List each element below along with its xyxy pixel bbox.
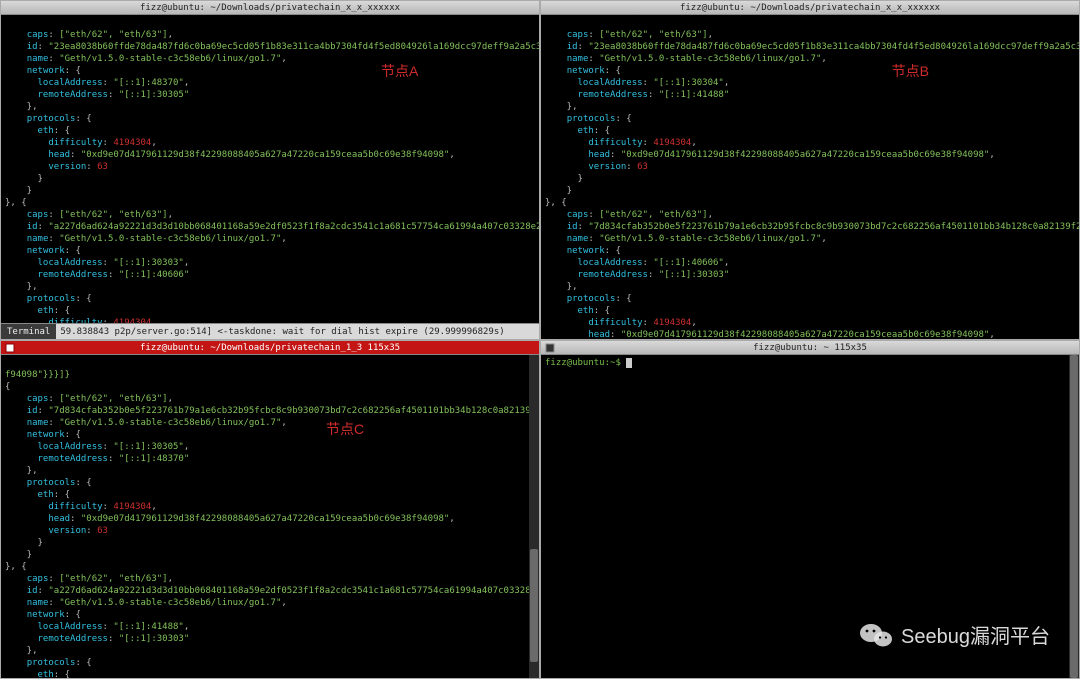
titlebar-c-text: fizz@ubuntu: ~/Downloads/privatechain_1_… — [140, 343, 400, 353]
terminal-tab-bar[interactable]: Terminal 59.838843 p2p/server.go:514] <-t… — [1, 323, 539, 339]
scrollbar-thumb-d[interactable] — [1070, 355, 1078, 678]
pane-a[interactable]: fizz@ubuntu: ~/Downloads/privatechain_x_… — [0, 0, 540, 340]
pane-c[interactable]: fizz@ubuntu: ~/Downloads/privatechain_1_… — [0, 340, 540, 679]
terminator-grid: fizz@ubuntu: ~/Downloads/privatechain_x_… — [0, 0, 1080, 679]
terminal-b-output[interactable]: caps: ["eth/62", "eth/63"], id: "23ea803… — [541, 15, 1079, 340]
terminal-tab-msg: 59.838843 p2p/server.go:514] <-taskdone:… — [60, 327, 504, 337]
watermark-text: Seebug漏洞平台 — [901, 620, 1050, 649]
window-icon — [545, 343, 555, 353]
titlebar-d-text: fizz@ubuntu: ~ 115x35 — [753, 343, 867, 353]
watermark: Seebug漏洞平台 — [859, 620, 1050, 649]
terminal-a-output[interactable]: caps: ["eth/62", "eth/63"], id: "23ea803… — [1, 15, 539, 340]
titlebar-a: fizz@ubuntu: ~/Downloads/privatechain_x_… — [1, 1, 539, 15]
node-label-b: 节点B — [892, 61, 929, 81]
wechat-icon — [859, 621, 893, 649]
node-label-a: 节点A — [381, 61, 418, 81]
scrollbar-d[interactable] — [1069, 355, 1079, 678]
terminal-d-output[interactable]: fizz@ubuntu:~$ — [541, 355, 1079, 371]
titlebar-d: fizz@ubuntu: ~ 115x35 — [541, 341, 1079, 355]
titlebar-b: fizz@ubuntu: ~/Downloads/privatechain_x_… — [541, 1, 1079, 15]
scrollbar-thumb-c[interactable] — [530, 549, 538, 662]
window-icon — [5, 343, 15, 353]
node-label-c: 节点C — [326, 419, 364, 439]
shell-prompt[interactable]: fizz@ubuntu:~$ — [545, 358, 626, 368]
terminal-c-output[interactable]: f94098"}}}]} { caps: ["eth/62", "eth/63"… — [1, 355, 539, 679]
titlebar-a-text: fizz@ubuntu: ~/Downloads/privatechain_x_… — [140, 3, 400, 13]
terminal-tab-label[interactable]: Terminal — [1, 324, 56, 339]
pane-b[interactable]: fizz@ubuntu: ~/Downloads/privatechain_x_… — [540, 0, 1080, 340]
cursor-d — [626, 358, 632, 368]
scrollbar-c[interactable] — [529, 355, 539, 678]
titlebar-b-text: fizz@ubuntu: ~/Downloads/privatechain_x_… — [680, 3, 940, 13]
titlebar-c-active: fizz@ubuntu: ~/Downloads/privatechain_1_… — [1, 341, 539, 355]
